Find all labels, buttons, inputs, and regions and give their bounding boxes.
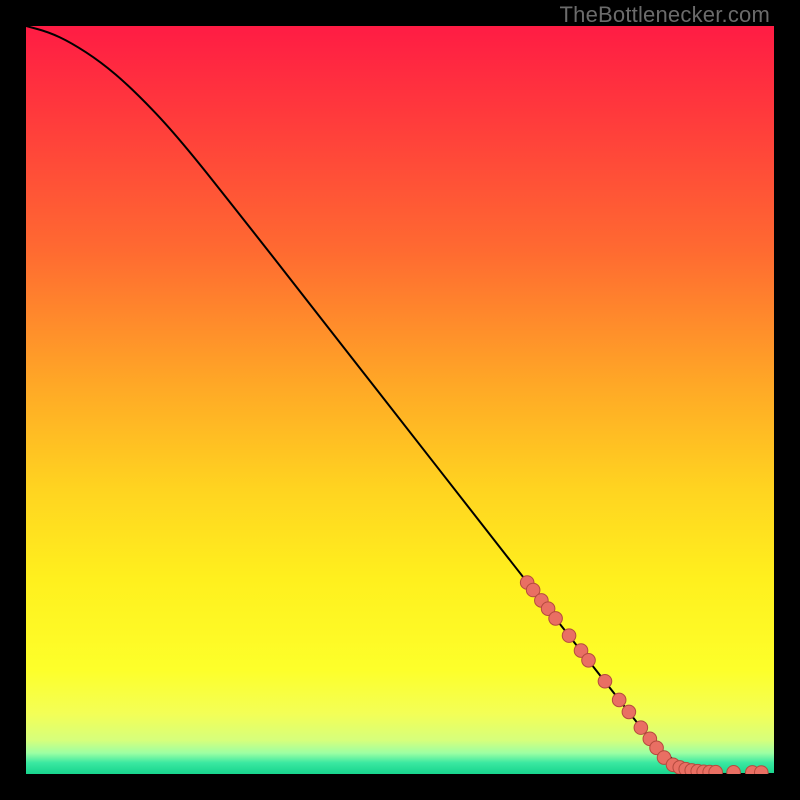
plot-area (26, 26, 774, 774)
watermark-label: TheBottlenecker.com (560, 2, 770, 28)
background-gradient (26, 26, 774, 774)
chart-canvas: TheBottlenecker.com (0, 0, 800, 800)
